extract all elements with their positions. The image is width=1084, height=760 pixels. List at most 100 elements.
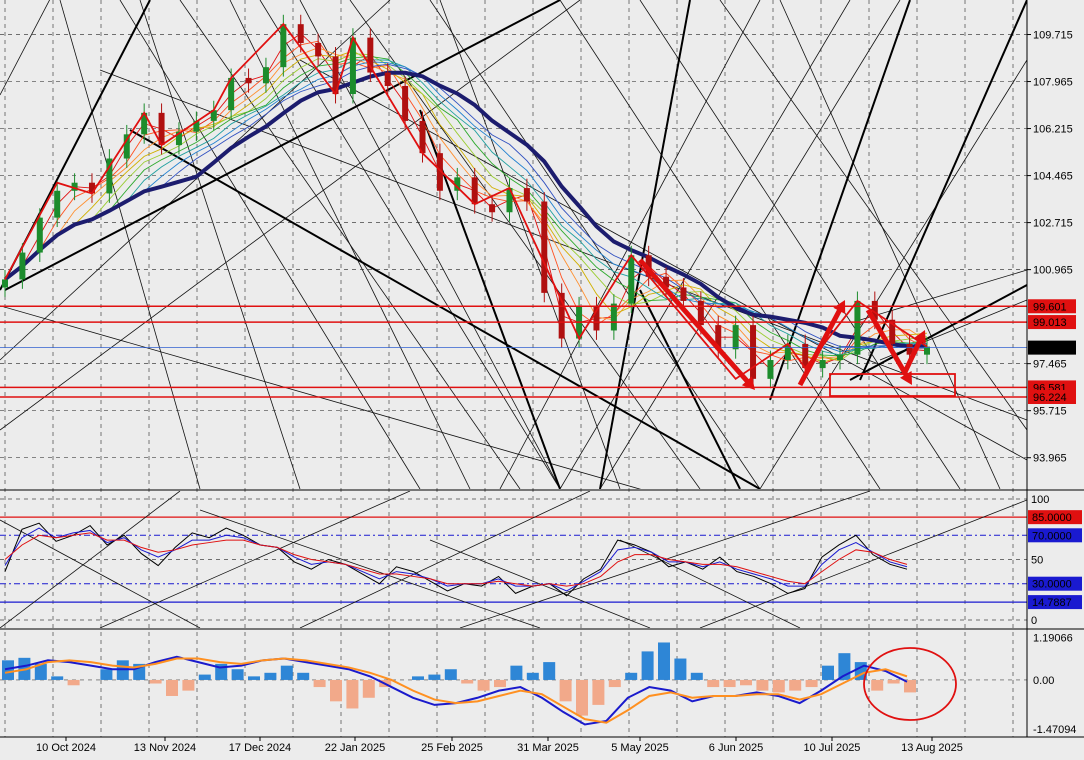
- candle-body: [384, 72, 391, 86]
- macd-histogram-bar: [297, 672, 310, 680]
- x-tick-label: 13 Nov 2024: [134, 742, 196, 754]
- macd-histogram-bar: [608, 679, 621, 688]
- macd-histogram-bar: [592, 679, 605, 705]
- price-y-tick-label: 97.465: [1033, 359, 1067, 371]
- price-y-tick-label: 102.715: [1033, 218, 1073, 230]
- macd-histogram-bar: [248, 676, 260, 680]
- candle-body: [610, 303, 617, 331]
- macd-histogram-bar: [166, 679, 178, 696]
- candle-body: [732, 325, 739, 350]
- macd-histogram-bar: [723, 679, 736, 688]
- x-tick-label: 10 Oct 2024: [36, 742, 96, 754]
- price-y-tick-label: 93.965: [1033, 453, 1067, 465]
- price-y-tick-label: 109.715: [1033, 30, 1073, 42]
- price-y-tick-label: 107.965: [1033, 77, 1073, 89]
- chart-window: 109.715 107.965 106.215 104.465 102.715 100.9…: [0, 0, 1084, 755]
- price-y-tick-label: 104.465: [1033, 171, 1073, 183]
- macd-histogram-bar: [887, 679, 900, 684]
- macd-histogram-bar: [182, 679, 195, 691]
- macd-histogram-bar: [576, 679, 588, 716]
- macd-histogram-bar: [330, 679, 342, 702]
- macd-histogram-bar: [543, 662, 556, 680]
- osc-y-tick-label: 0: [1031, 615, 1037, 627]
- macd-histogram-bar: [756, 679, 769, 691]
- candle-body: [297, 24, 304, 43]
- osc-level-label: 30.0000: [1032, 579, 1072, 591]
- x-tick-label: 5 May 2025: [611, 742, 668, 754]
- macd-y-tick-label: 0.00: [1033, 675, 1054, 687]
- x-tick-label: 6 Jun 2025: [709, 742, 763, 754]
- chart-canvas[interactable]: 109.715 107.965 106.215 104.465 102.715 100.9…: [0, 0, 1084, 755]
- osc-level-label: 70.0000: [1032, 530, 1072, 542]
- macd-histogram-bar: [559, 679, 572, 702]
- x-tick-label: 22 Jan 2025: [325, 742, 386, 754]
- candle-body: [680, 287, 687, 301]
- candle-body: [854, 300, 861, 355]
- candle-body: [523, 188, 530, 202]
- macd-histogram-bar: [444, 669, 457, 680]
- candle-body: [628, 255, 635, 304]
- candle-body: [262, 67, 269, 84]
- osc-level-label: 85.0000: [1032, 512, 1072, 524]
- candle-body: [402, 85, 409, 121]
- macd-histogram-bar: [690, 672, 703, 680]
- candle-body: [245, 77, 252, 84]
- x-tick-label: 13 Aug 2025: [901, 742, 963, 754]
- macd-histogram-bar: [641, 651, 654, 680]
- macd-histogram-bar: [772, 679, 785, 693]
- price-y-tick-label: 100.965: [1033, 265, 1073, 277]
- macd-histogram-bar: [412, 676, 424, 680]
- candle-body: [767, 360, 774, 379]
- macd-histogram-bar: [346, 679, 359, 709]
- osc-level-label: 14.7887: [1032, 597, 1072, 609]
- x-tick-label: 25 Feb 2025: [421, 742, 483, 754]
- candle-body: [541, 201, 548, 293]
- price-y-tick-label: 106.215: [1033, 124, 1073, 136]
- macd-y-tick-label: -1.47094: [1033, 724, 1076, 736]
- level-tag-label: 99.601: [1033, 301, 1067, 313]
- candle-body: [54, 190, 61, 218]
- level-tag-label: 96.224: [1033, 392, 1067, 404]
- x-tick-label: 17 Dec 2024: [229, 742, 291, 754]
- macd-histogram-bar: [822, 665, 834, 680]
- macd-histogram-bar: [625, 672, 638, 680]
- macd-histogram-bar: [149, 679, 162, 684]
- candle-body: [2, 279, 8, 288]
- candle-body: [489, 204, 496, 213]
- candle-body: [837, 354, 844, 361]
- macd-histogram-bar: [67, 679, 80, 686]
- macd-histogram-bar: [280, 665, 293, 680]
- macd-histogram-bar: [461, 679, 474, 684]
- current-price-label: 98.062: [1033, 343, 1067, 355]
- macd-histogram-bar: [51, 676, 64, 680]
- candle-body: [471, 177, 478, 205]
- candle-body: [315, 42, 322, 57]
- macd-histogram-bar: [231, 669, 244, 680]
- macd-histogram-bar: [313, 679, 326, 688]
- macd-histogram-bar: [428, 674, 441, 680]
- candle-body: [819, 360, 826, 369]
- candle-body: [750, 325, 757, 379]
- macd-histogram-bar: [740, 679, 752, 686]
- macd-histogram-bar: [871, 679, 884, 691]
- macd-histogram-bar: [264, 672, 277, 680]
- macd-histogram-bar: [658, 642, 670, 680]
- x-tick-label: 10 Jul 2025: [804, 742, 861, 754]
- macd-histogram-bar: [494, 679, 506, 688]
- macd-histogram-bar: [789, 679, 802, 691]
- candle-body: [19, 252, 26, 280]
- candle-body: [36, 217, 43, 253]
- macd-histogram-bar: [707, 679, 720, 688]
- macd-histogram-bar: [526, 672, 539, 680]
- macd-histogram-bar: [805, 679, 818, 688]
- macd-histogram-bar: [477, 679, 490, 691]
- macd-histogram-bar: [2, 660, 14, 680]
- osc-y-tick-label: 50: [1031, 555, 1043, 567]
- macd-histogram-bar: [100, 669, 113, 680]
- level-tag-label: 99.013: [1033, 317, 1067, 329]
- candle-body: [280, 24, 287, 68]
- macd-histogram-bar: [674, 658, 687, 680]
- macd-histogram-bar: [362, 679, 375, 698]
- x-tick-label: 31 Mar 2025: [517, 742, 579, 754]
- macd-histogram-bar: [510, 665, 523, 680]
